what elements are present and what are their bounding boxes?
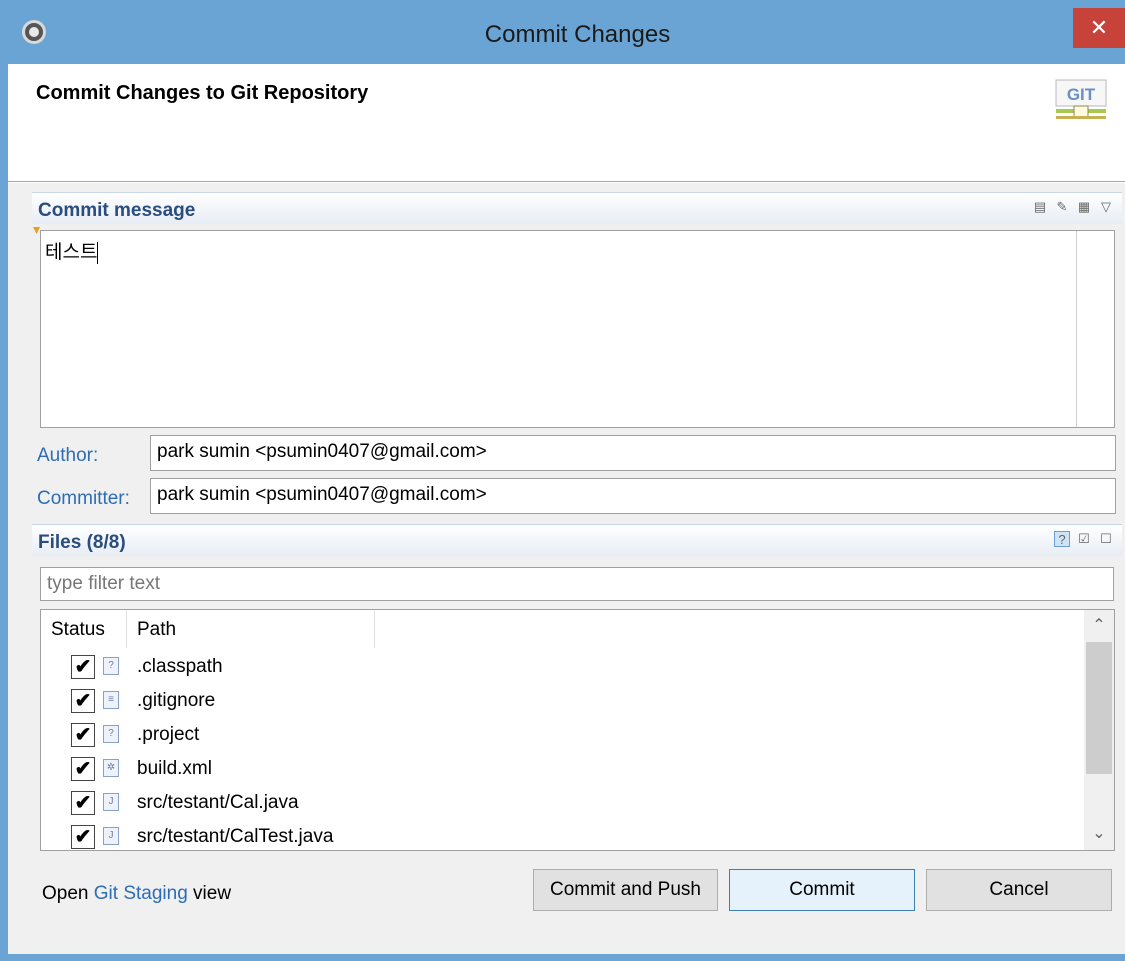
files-table: Status Path ✔ ? .classpath ✔ ≡ .gitignor…	[40, 609, 1115, 851]
dropdown-chevron-icon[interactable]: ▽	[1098, 199, 1114, 215]
quickfix-marker-icon	[33, 227, 40, 234]
message-scrollbar[interactable]	[1076, 231, 1114, 427]
commit-message-title: Commit message	[38, 200, 196, 221]
committer-field[interactable]: park sumin <psumin0407@gmail.com>	[150, 478, 1116, 514]
git-logo-icon: GIT	[1055, 79, 1107, 119]
deselect-all-icon[interactable]: ☐	[1098, 531, 1114, 547]
author-label: Author:	[37, 445, 99, 466]
table-row[interactable]: ✔ J src/testant/CalTest.java	[41, 820, 1081, 850]
commit-button[interactable]: Commit	[729, 869, 915, 911]
ant-build-file-icon: ✲	[103, 759, 119, 777]
file-path: src/testant/CalTest.java	[137, 826, 334, 847]
dialog-body: Commit message ▤ ✎ ▦ ▽ 테스트 Author: park …	[8, 183, 1125, 954]
dialog-header: Commit Changes to Git Repository GIT	[8, 64, 1125, 182]
scrollbar-thumb[interactable]	[1086, 642, 1112, 774]
commit-message-header: Commit message ▤ ✎ ▦ ▽	[32, 192, 1122, 224]
view-suffix: view	[187, 883, 232, 904]
committer-label: Committer:	[37, 488, 130, 509]
commit-and-push-button[interactable]: Commit and Push	[533, 869, 718, 911]
table-row[interactable]: ✔ ✲ build.xml	[41, 752, 1081, 786]
table-row[interactable]: ✔ ? .classpath	[41, 650, 1081, 684]
file-checkbox[interactable]: ✔	[71, 689, 95, 713]
table-row[interactable]: ✔ ≡ .gitignore	[41, 684, 1081, 718]
title-bar: Commit Changes ✕	[0, 0, 1125, 64]
git-staging-link[interactable]: Git Staging	[94, 883, 188, 904]
file-path: .classpath	[137, 656, 223, 677]
text-caret	[97, 241, 99, 264]
column-header-path[interactable]: Path	[127, 610, 375, 648]
scroll-down-chevron-icon[interactable]: ⌄	[1084, 820, 1114, 848]
file-path: build.xml	[137, 758, 212, 779]
git-logo-text: GIT	[1067, 85, 1096, 104]
scroll-up-chevron-icon[interactable]: ⌃	[1084, 612, 1114, 640]
file-checkbox[interactable]: ✔	[71, 655, 95, 679]
cancel-button[interactable]: Cancel	[926, 869, 1112, 911]
previous-message-icon[interactable]: ▤	[1032, 199, 1048, 215]
file-checkbox[interactable]: ✔	[71, 825, 95, 849]
column-header-status[interactable]: Status	[41, 610, 127, 648]
files-scrollbar[interactable]: ⌃ ⌄	[1084, 610, 1114, 850]
close-button[interactable]: ✕	[1073, 8, 1125, 48]
file-path: .project	[137, 724, 200, 745]
commit-dialog: Commit Changes ✕ Commit Changes to Git R…	[0, 0, 1125, 961]
java-file-icon: J	[103, 793, 119, 811]
table-row[interactable]: ✔ J src/testant/Cal.java	[41, 786, 1081, 820]
file-checkbox[interactable]: ✔	[71, 757, 95, 781]
files-header: Files (8/8) ? ☑ ☐	[32, 524, 1122, 556]
commit-message-toolbar: ▤ ✎ ▦ ▽	[1032, 199, 1114, 215]
java-file-icon: J	[103, 827, 119, 845]
amend-icon[interactable]: ▦	[1076, 199, 1092, 215]
table-row[interactable]: ✔ ? .project	[41, 718, 1081, 752]
commit-message-text: 테스트	[45, 242, 98, 263]
files-title: Files (8/8)	[38, 532, 126, 553]
file-checkbox[interactable]: ✔	[71, 723, 95, 747]
files-toolbar: ? ☑ ☐	[1054, 531, 1114, 547]
file-path: .gitignore	[137, 690, 216, 711]
signed-off-icon[interactable]: ✎	[1054, 199, 1070, 215]
dialog-client: Commit Changes to Git Repository GIT Com…	[8, 64, 1125, 954]
files-filter-input[interactable]: type filter text	[40, 567, 1114, 601]
author-field[interactable]: park sumin <psumin0407@gmail.com>	[150, 435, 1116, 471]
select-all-icon[interactable]: ☑	[1076, 531, 1092, 547]
file-icon: ≡	[103, 691, 119, 709]
file-checkbox[interactable]: ✔	[71, 791, 95, 815]
file-path: src/testant/Cal.java	[137, 792, 299, 813]
file-icon: ?	[103, 725, 119, 743]
commit-message-textarea[interactable]: 테스트	[40, 230, 1115, 428]
open-prefix: Open	[42, 883, 94, 904]
file-icon: ?	[103, 657, 119, 675]
window-title: Commit Changes	[484, 21, 671, 48]
open-staging-text: Open Git Staging view	[42, 883, 231, 905]
show-untracked-icon[interactable]: ?	[1054, 531, 1070, 547]
header-title: Commit Changes to Git Repository	[36, 82, 369, 104]
